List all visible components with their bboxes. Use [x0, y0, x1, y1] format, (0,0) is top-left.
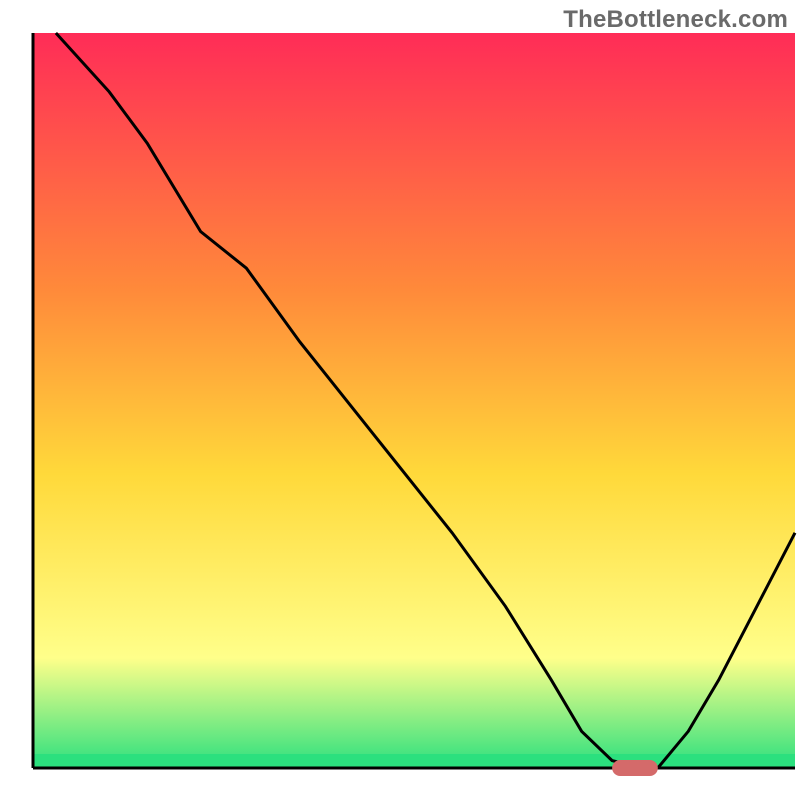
green-band: [33, 754, 795, 768]
optimal-marker: [612, 760, 658, 776]
chart-svg: [0, 0, 800, 800]
watermark-text: TheBottleneck.com: [563, 6, 788, 34]
bottleneck-chart: TheBottleneck.com: [0, 0, 800, 800]
